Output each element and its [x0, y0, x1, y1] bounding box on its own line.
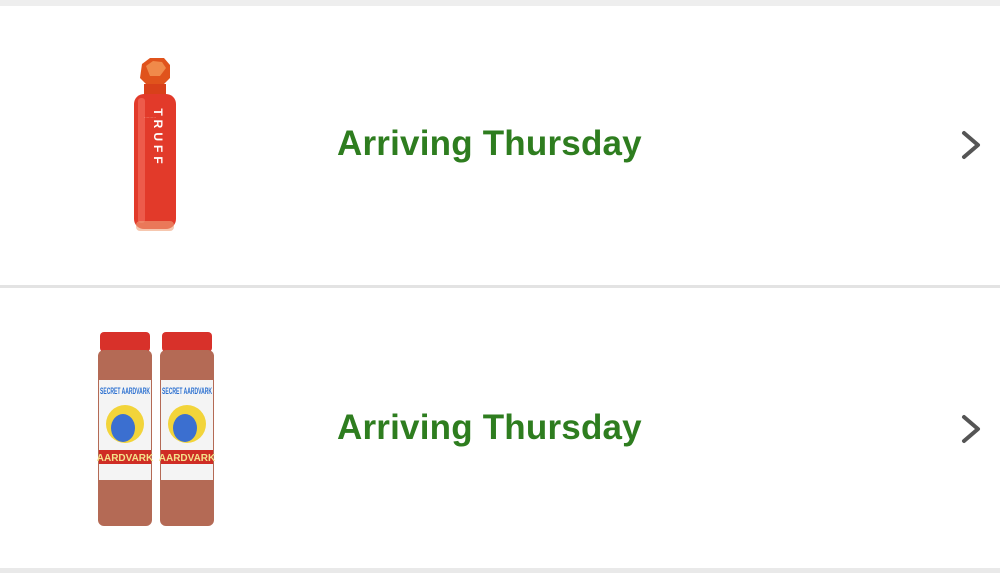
bottle-base: [136, 221, 174, 231]
chevron-right-icon[interactable]: [958, 125, 984, 165]
aardvark-figure: [173, 414, 197, 442]
bottle-label-text: TRUFF: [151, 108, 165, 167]
bottle-cap: [162, 332, 212, 352]
aardvark-figure: [111, 414, 135, 442]
brand-text: SECRET AARDVARK: [100, 386, 150, 396]
delivery-status: Arriving Thursday: [337, 124, 642, 163]
label-name: AARDVARK: [97, 453, 154, 464]
bottle-left: SECRET AARDVARK AARDVARK: [97, 332, 154, 526]
row-divider: [0, 568, 1000, 573]
order-row-truff[interactable]: ········· TRUFF Arriving Thursday: [0, 6, 1000, 285]
bottle-right: SECRET AARDVARK AARDVARK: [159, 332, 216, 526]
label-name: AARDVARK: [159, 453, 216, 464]
product-image-truff-bottle: ········· TRUFF: [134, 58, 176, 231]
order-row-aardvark[interactable]: SECRET AARDVARK AARDVARK SECRET AARDVARK…: [0, 288, 1000, 568]
delivery-status: Arriving Thursday: [337, 408, 642, 447]
bottle-cap: [100, 332, 150, 352]
brand-text: SECRET AARDVARK: [162, 386, 212, 396]
chevron-right-icon[interactable]: [958, 409, 984, 449]
product-image-aardvark-bottles: SECRET AARDVARK AARDVARK SECRET AARDVARK…: [97, 332, 216, 526]
